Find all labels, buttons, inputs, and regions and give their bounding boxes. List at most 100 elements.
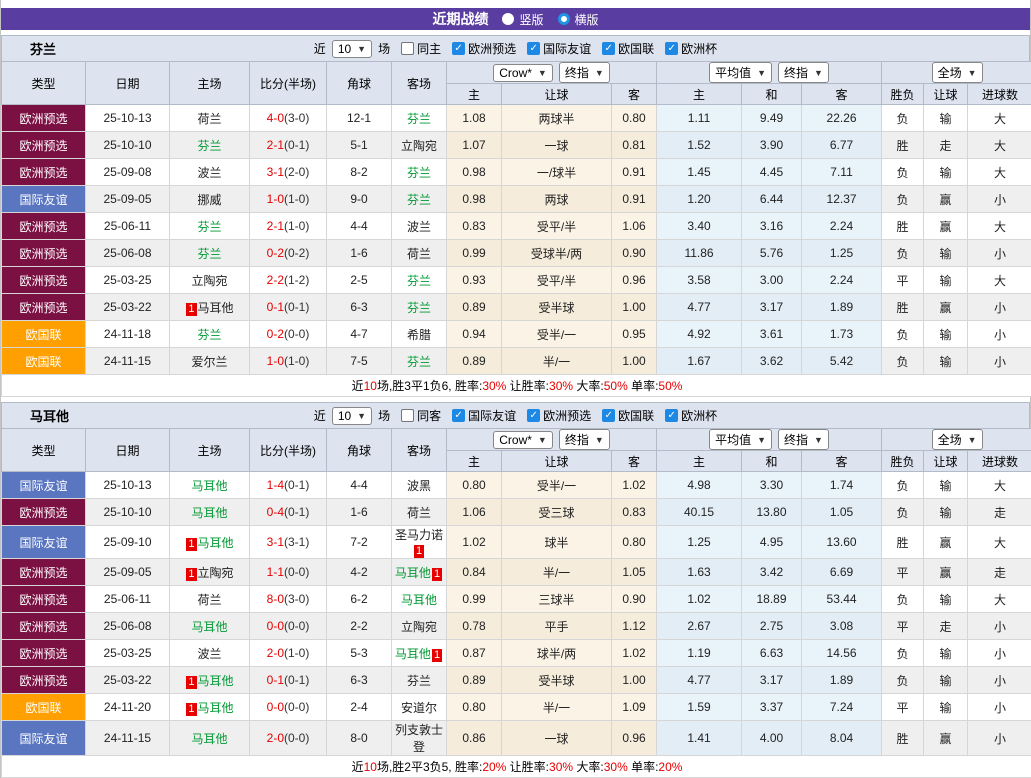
games-count-select[interactable]: 10▼	[332, 407, 372, 425]
scope-select[interactable]: 全场▼	[932, 62, 983, 83]
euro-company-select[interactable]: 平均值▼	[709, 62, 772, 83]
rank-badge: 1	[186, 538, 196, 551]
match-row: 国际友谊25-09-101马耳他3-1(3-1)7-2圣马力诺11.02球半0.…	[2, 526, 1031, 559]
result-handicap-cell: 输	[924, 105, 968, 132]
asian-handicap-cell: 半/一	[502, 559, 612, 586]
euro-stage-select[interactable]: 终指▼	[778, 62, 829, 83]
away-team: 荷兰	[407, 506, 431, 520]
column-header: 角球	[327, 429, 392, 472]
result-handicap-cell: 输	[924, 267, 968, 294]
column-subheader: 客	[802, 451, 882, 472]
home-team-name: 马耳他	[191, 506, 227, 520]
result-outcome-cell: 胜	[882, 721, 924, 756]
euro-company-select-value: 平均值	[715, 64, 751, 81]
radio-selected-icon[interactable]	[502, 13, 514, 25]
same-side-label[interactable]: 同客	[417, 407, 441, 424]
result-goals-cell: 小	[968, 694, 1031, 721]
filter-label[interactable]: 欧国联	[618, 407, 654, 424]
games-count-select[interactable]: 10▼	[332, 40, 372, 58]
page-title: 近期战绩	[432, 9, 488, 29]
filter-label[interactable]: 欧洲杯	[681, 407, 717, 424]
radio-unselected-icon[interactable]	[558, 13, 570, 25]
euro-draw-odds-cell: 4.45	[742, 159, 802, 186]
score-cell: 2-0(1-0)	[250, 640, 327, 667]
same-side-checkbox[interactable]	[401, 42, 414, 55]
column-subheader: 和	[742, 84, 802, 105]
half-time-score: (3-1)	[284, 535, 309, 549]
filter-label[interactable]: 国际友谊	[468, 407, 516, 424]
same-side-label[interactable]: 同主	[417, 40, 441, 57]
asian-handicap-cell: 受半球	[502, 667, 612, 694]
filter-label[interactable]: 欧国联	[618, 40, 654, 57]
asian-handicap-cell: 两球半	[502, 105, 612, 132]
away-team: 波黑	[407, 479, 431, 493]
euro-company-select[interactable]: 平均值▼	[709, 429, 772, 450]
result-goals-cell: 大	[968, 586, 1031, 613]
filter-checkbox-欧国联[interactable]: ✓	[602, 409, 615, 422]
asian-handicap-cell: 一球	[502, 132, 612, 159]
summary-text: 10	[364, 760, 377, 774]
filter-controls: 近10▼场同主✓欧洲预选✓国际友谊✓欧国联✓欧洲杯	[314, 40, 717, 58]
result-handicap-cell: 赢	[924, 559, 968, 586]
away-team: 荷兰	[407, 247, 431, 261]
asian-away-odds-cell: 1.00	[612, 348, 657, 375]
filter-checkbox-国际友谊[interactable]: ✓	[452, 409, 465, 422]
result-handicap-cell: 赢	[924, 213, 968, 240]
full-time-score: 0-4	[267, 505, 284, 519]
column-header: 客场	[392, 62, 447, 105]
asian-stage-select[interactable]: 终指▼	[559, 62, 610, 83]
asian-company-select[interactable]: Crow*▼	[493, 431, 553, 449]
result-outcome-cell: 负	[882, 321, 924, 348]
away-team-name: 荷兰	[407, 247, 431, 261]
corner-cell: 5-1	[327, 132, 392, 159]
filter-checkbox-欧国联[interactable]: ✓	[602, 42, 615, 55]
filter-label[interactable]: 欧洲预选	[543, 407, 591, 424]
euro-away-odds-cell: 1.73	[802, 321, 882, 348]
euro-away-odds-cell: 1.05	[802, 499, 882, 526]
filter-label[interactable]: 国际友谊	[543, 40, 591, 57]
away-team-cell: 荷兰	[392, 240, 447, 267]
summary-text: 大率:	[573, 760, 604, 774]
filter-checkbox-国际友谊[interactable]: ✓	[527, 42, 540, 55]
home-team: 波兰	[197, 647, 221, 661]
away-team-name: 芬兰	[407, 166, 431, 180]
filter-checkbox-欧洲杯[interactable]: ✓	[665, 42, 678, 55]
asian-home-odds-cell: 0.99	[447, 586, 502, 613]
summary-text: 30%	[604, 760, 628, 774]
filter-checkbox-欧洲预选[interactable]: ✓	[452, 42, 465, 55]
home-team: 立陶宛	[191, 274, 227, 288]
full-time-score: 3-1	[267, 165, 284, 179]
asian-stage-select[interactable]: 终指▼	[559, 429, 610, 450]
same-side-checkbox[interactable]	[401, 409, 414, 422]
home-team-name: 荷兰	[197, 593, 221, 607]
summary-row: 近10场,胜2平3负5, 胜率:20% 让胜率:30% 大率:30% 单率:20…	[2, 756, 1031, 778]
column-subheader: 让球	[502, 451, 612, 472]
away-team-name: 芬兰	[407, 301, 431, 315]
score-cell: 2-1(0-1)	[250, 132, 327, 159]
home-team-name: 芬兰	[197, 220, 221, 234]
euro-stage-select[interactable]: 终指▼	[778, 429, 829, 450]
asian-odds-group-header: Crow*▼ 终指▼	[447, 62, 657, 84]
away-team-name: 芬兰	[407, 674, 431, 688]
score-cell: 2-2(1-2)	[250, 267, 327, 294]
home-team-cell: 马耳他	[170, 613, 250, 640]
radio-vertical-option[interactable]: 竖版	[502, 11, 543, 28]
filter-checkbox-欧洲杯[interactable]: ✓	[665, 409, 678, 422]
away-team: 马耳他1	[395, 647, 443, 661]
half-time-score: (0-0)	[284, 565, 309, 579]
home-team: 波兰	[197, 166, 221, 180]
result-goals-cell: 小	[968, 321, 1031, 348]
home-team-cell: 芬兰	[170, 132, 250, 159]
radio-horizontal-option[interactable]: 横版	[558, 11, 599, 28]
euro-away-odds-cell: 1.25	[802, 240, 882, 267]
scope-select[interactable]: 全场▼	[932, 429, 983, 450]
column-header: 主场	[170, 429, 250, 472]
filter-checkbox-欧洲预选[interactable]: ✓	[527, 409, 540, 422]
asian-company-select[interactable]: Crow*▼	[493, 64, 553, 82]
away-team-cell: 希腊	[392, 321, 447, 348]
table-header: 类型日期主场比分(半场)角球客场Crow*▼终指▼平均值▼终指▼全场▼主让球客主…	[2, 62, 1031, 105]
half-time-score: (0-0)	[284, 327, 309, 341]
euro-away-odds-cell: 1.89	[802, 294, 882, 321]
filter-label[interactable]: 欧洲杯	[681, 40, 717, 57]
filter-label[interactable]: 欧洲预选	[468, 40, 516, 57]
